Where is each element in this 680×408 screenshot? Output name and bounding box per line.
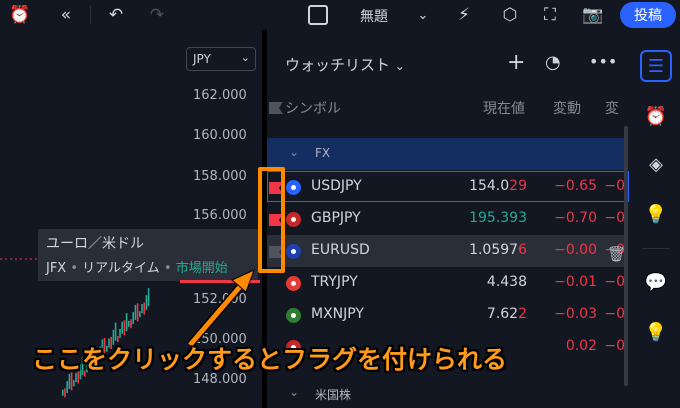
column-last[interactable]: 現在値 <box>483 98 525 118</box>
quick-search-icon[interactable]: ⚡ <box>452 3 476 27</box>
currency-select[interactable]: JPY ⌄ <box>186 47 256 71</box>
row-change: −0.01 <box>554 274 597 290</box>
candle <box>121 321 123 334</box>
row-change-pct: −0 <box>604 306 625 322</box>
chevron-down-icon[interactable]: ⌄ <box>414 3 432 27</box>
pie-chart-icon[interactable]: ◔ <box>545 52 561 73</box>
chevron-down-icon: ⌄ <box>240 51 250 64</box>
annotation-caption: ここをクリックするとフラグを付けられる <box>32 345 508 374</box>
currency-flag-icon <box>286 276 301 291</box>
chevron-down-icon: ⌄ <box>289 145 300 159</box>
candle <box>123 320 126 336</box>
candle <box>119 328 121 338</box>
candle <box>73 380 75 387</box>
post-button[interactable]: 投稿 <box>620 2 676 28</box>
candle <box>136 303 139 322</box>
more-options-icon[interactable]: ••• <box>589 52 617 71</box>
tooltip-exchange: JFX <box>46 261 67 276</box>
layout-square-icon[interactable] <box>306 3 330 27</box>
layers-icon[interactable]: ◈ <box>640 148 672 180</box>
sidebar-divider <box>642 248 670 249</box>
row-change-pct: −0 <box>604 210 625 226</box>
candle <box>125 313 128 331</box>
lightbulb-icon[interactable]: 💡 <box>640 198 672 230</box>
toolbar-divider <box>90 6 91 24</box>
currency-flag-icon <box>286 244 301 259</box>
chevron-down-icon: ⌄ <box>289 385 300 399</box>
candle <box>64 388 66 398</box>
row-last-price: 1.05976 <box>469 242 527 258</box>
layout-name[interactable]: 無題 <box>360 6 388 26</box>
watchlist-icon[interactable]: ☰ <box>640 50 672 82</box>
candle <box>132 312 134 325</box>
alarm-clock-icon[interactable]: ⏰ <box>640 100 672 132</box>
tooltip-details: JFX • リアルタイム • 市場開始 <box>46 261 228 276</box>
tooltip-title: ユーロ／米ドル <box>46 236 144 252</box>
right-sidebar: ☰ ⏰ ◈ 💡 💬 💡 <box>632 30 680 408</box>
row-change-pct: −0 <box>604 274 625 290</box>
column-symbol[interactable]: シンボル <box>285 98 341 118</box>
add-symbol-icon[interactable]: + <box>507 50 525 75</box>
y-tick-label: 158.000 <box>193 169 247 184</box>
top-toolbar: ⏰ « ↶ ↷ 無題 ⌄ ⚡ ⬡ ⛶ 📷 投稿 <box>0 0 680 30</box>
candle <box>141 304 143 313</box>
row-change: −0.03 <box>554 306 597 322</box>
watchlist-title[interactable]: ウォッチリスト ⌄ <box>285 54 405 75</box>
candle <box>139 311 141 318</box>
row-last-price: 7.622 <box>486 306 527 322</box>
group-header-us-stocks[interactable]: ⌄ 米国株 <box>267 380 627 408</box>
y-tick-label: 162.000 <box>193 88 247 103</box>
tooltip-feed: リアルタイム <box>82 261 160 276</box>
column-change[interactable]: 変動 <box>553 98 581 118</box>
candle <box>134 304 137 320</box>
candle <box>130 319 132 329</box>
row-change: −0.00 <box>554 242 597 258</box>
group-label: 米国株 <box>315 388 352 402</box>
candle <box>62 389 64 396</box>
row-symbol: GBPJPY <box>311 210 361 226</box>
y-tick-label: 156.000 <box>193 208 247 223</box>
highlight-box <box>258 167 285 273</box>
rewind-icon[interactable]: « <box>52 3 80 27</box>
watchlist-row[interactable]: TRYJPY 4.438 −0.01 −0 <box>267 267 627 299</box>
row-symbol: EURUSD <box>311 242 370 258</box>
row-last-price: 4.438 <box>486 274 527 290</box>
fullscreen-icon[interactable]: ⛶ <box>538 3 562 27</box>
candle <box>68 373 71 389</box>
candle <box>145 295 148 311</box>
y-tick-label: 152.000 <box>193 292 247 307</box>
watchlist-row[interactable]: EURUSD 1.05976 −0.00 −0 <box>267 235 627 267</box>
tooltip-status: 市場開始 <box>175 261 228 276</box>
currency-flag-icon <box>286 212 301 227</box>
group-label: FX <box>315 146 331 160</box>
redo-icon[interactable]: ↷ <box>145 3 169 27</box>
watchlist-row[interactable]: GBPJPY 195.393 −0.70 −0 <box>267 203 627 235</box>
candle <box>114 322 117 341</box>
symbol-tooltip: ユーロ／米ドル JFX • リアルタイム • 市場開始 <box>38 229 258 281</box>
alarm-add-icon[interactable]: ⏰ <box>6 3 34 27</box>
currency-label: JPY <box>193 52 211 66</box>
row-symbol: MXNJPY <box>311 306 364 322</box>
selected-row-outline <box>267 171 629 202</box>
ideas-stream-icon[interactable]: 💡 <box>640 316 672 348</box>
row-change: −0.70 <box>554 210 597 226</box>
group-header-fx[interactable]: ⌄ FX <box>267 138 627 170</box>
candle <box>143 302 145 315</box>
camera-icon[interactable]: 📷 <box>580 3 606 27</box>
candle <box>128 320 130 327</box>
column-change-pct[interactable]: 変 <box>605 98 619 118</box>
undo-icon[interactable]: ↶ <box>104 3 128 27</box>
currency-flag-icon <box>286 308 301 323</box>
watchlist-row[interactable]: MXNJPY 7.622 −0.03 −0 <box>267 299 627 331</box>
candle <box>147 288 150 307</box>
price-line-marker <box>180 280 260 283</box>
settings-hex-icon[interactable]: ⬡ <box>498 3 522 27</box>
chat-icon[interactable]: 💬 <box>640 266 672 298</box>
candle <box>66 381 68 394</box>
row-symbol: TRYJPY <box>311 274 358 290</box>
flag-header-icon[interactable] <box>269 102 283 114</box>
y-tick-label: 160.000 <box>193 128 247 143</box>
row-last-price: 195.393 <box>469 210 527 226</box>
